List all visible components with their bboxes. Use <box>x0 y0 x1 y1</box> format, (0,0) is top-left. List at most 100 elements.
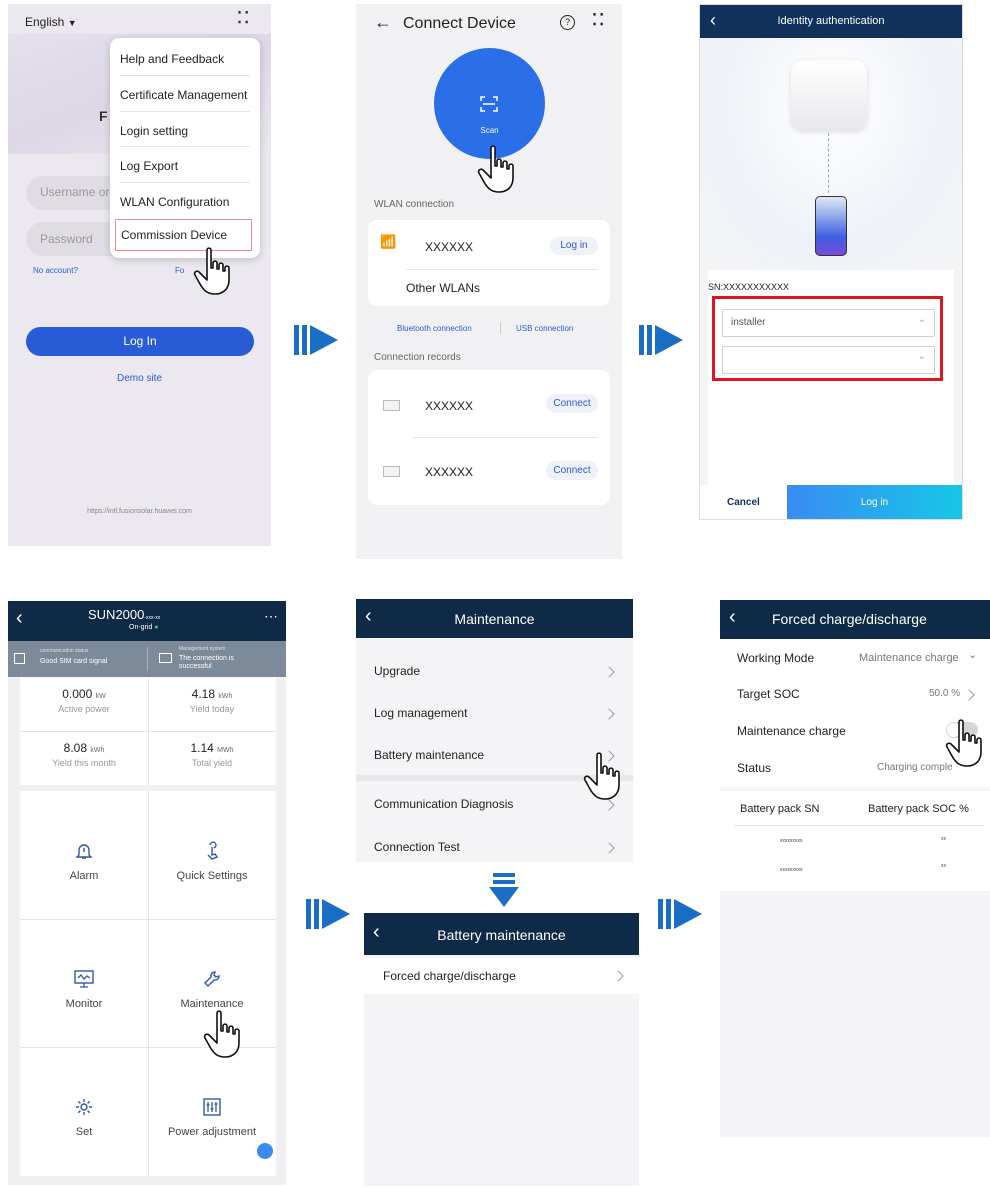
record-name: XXXXXX <box>425 465 474 479</box>
next-step-arrow-icon <box>294 325 338 355</box>
back-chevron-icon[interactable]: ‹ <box>16 607 23 630</box>
auth-login-label: Log in <box>860 497 889 508</box>
device-icon <box>383 466 400 477</box>
comm-value: Good SIM card signal <box>40 658 108 665</box>
working-mode-row[interactable]: Working Mode Maintenance charge ⌄ <box>720 639 990 675</box>
back-arrow-icon[interactable]: ← <box>374 12 392 33</box>
pointer-hand-icon <box>945 719 982 767</box>
menu-item-upgrade[interactable]: Upgrade <box>356 649 633 691</box>
menu-item-log-export[interactable]: Log Export <box>120 159 178 173</box>
bluetooth-connection-link[interactable]: Bluetooth connection <box>397 324 472 333</box>
row-label: Status <box>737 761 772 775</box>
sim-icon <box>14 653 25 664</box>
tile-quick-settings[interactable]: Quick Settings <box>148 791 276 919</box>
cell-soc: xx <box>941 836 946 842</box>
chevron-right-icon <box>603 666 615 678</box>
title-bar: ‹ Identity authentication <box>700 5 962 38</box>
menu-divider <box>120 111 250 112</box>
next-step-arrow-icon <box>306 899 350 929</box>
wlan-name[interactable]: XXXXXX <box>425 240 473 254</box>
menu-item-login-setting[interactable]: Login setting <box>120 124 188 138</box>
battery-table: Battery pack SN Battery pack SOC % xxxxx… <box>720 791 990 891</box>
cell-soc: xx <box>941 863 946 869</box>
tile-label: Alarm <box>69 870 99 882</box>
title-bar: ‹ Maintenance <box>356 599 633 638</box>
connect-button[interactable]: Connect <box>546 461 598 480</box>
menu-item-help[interactable]: Help and Feedback <box>120 52 224 66</box>
no-account-link[interactable]: No account? <box>33 266 78 275</box>
login-button[interactable]: Log In <box>26 327 254 356</box>
chevron-right-icon <box>603 708 615 720</box>
chart-fab-icon[interactable] <box>257 1143 273 1159</box>
auth-login-button[interactable]: Log in <box>787 485 962 519</box>
stat-unit: kW <box>95 693 106 700</box>
title-bar: ‹ Battery maintenance <box>364 913 639 955</box>
item-label: Log management <box>374 706 468 720</box>
other-wlans[interactable]: Other WLANs <box>406 281 480 295</box>
down-arrow-icon <box>489 873 519 907</box>
tile-label: Power adjustment <box>167 1126 257 1138</box>
back-chevron-icon[interactable]: ‹ <box>729 606 736 629</box>
chevron-right-icon <box>603 842 615 854</box>
scan-button[interactable]: Scan <box>434 48 545 159</box>
chevron-down-icon: ⌄ <box>917 351 926 362</box>
chevron-right-icon <box>963 689 975 701</box>
column-header-soc: Battery pack SOC % <box>868 803 969 815</box>
usb-connection-link[interactable]: USB connection <box>516 324 573 333</box>
menu-item-certificate[interactable]: Certificate Management <box>120 88 247 102</box>
tile-monitor[interactable]: Monitor <box>20 919 148 1047</box>
password-select[interactable]: ⌄ <box>722 346 935 374</box>
forced-charge-screen: ‹ Forced charge/discharge Working Mode M… <box>720 600 990 1137</box>
record-name: XXXXXX <box>425 399 474 413</box>
menu-item-forced-charge[interactable]: Forced charge/discharge <box>364 958 639 994</box>
wifi-icon: 📶 <box>380 234 397 249</box>
menu-divider <box>120 146 250 147</box>
grid-status: On-grid ● <box>129 624 159 631</box>
tile-set[interactable]: Set <box>20 1047 148 1176</box>
stat-divider <box>148 677 149 785</box>
demo-site-link[interactable]: Demo site <box>8 373 271 384</box>
stat-value: 1.14 <box>190 741 214 755</box>
identity-auth-screen: ‹ Identity authentication SN:XXXXXXXXXXX… <box>699 4 963 520</box>
menu-item-connection-test[interactable]: Connection Test <box>356 826 633 862</box>
cancel-button[interactable]: Cancel <box>700 485 787 519</box>
username-select[interactable]: installer ⌄ <box>722 309 935 337</box>
menu-item-wlan[interactable]: WLAN Configuration <box>120 195 229 209</box>
connect-button[interactable]: Connect <box>546 394 598 413</box>
tile-label: Set <box>75 1126 93 1138</box>
stat-value: 0.000 <box>62 687 93 701</box>
connection-line <box>828 133 830 193</box>
battery-maintenance-screen: ‹ Battery maintenance Forced charge/disc… <box>364 913 639 1186</box>
tap-icon <box>207 841 219 860</box>
menu-item-log-management[interactable]: Log management <box>356 691 633 733</box>
tile-power-adjustment[interactable]: Power adjustment <box>148 1047 276 1176</box>
mgmt-value: The connection is successful <box>179 655 234 670</box>
item-label: Upgrade <box>374 664 421 678</box>
bell-icon <box>75 844 93 859</box>
wlan-login-button[interactable]: Log in <box>550 237 598 255</box>
help-icon[interactable]: ? <box>560 15 575 30</box>
more-icon[interactable]: ⋯ <box>264 608 278 625</box>
mgmt-label: Management system <box>179 646 226 652</box>
device-model-suffix: -xxx-xx <box>144 615 161 621</box>
row-label: Working Mode <box>737 651 815 665</box>
stat-yield-today: 4.18 kWh Yield today <box>148 677 276 731</box>
page-title: Connect Device <box>403 15 516 32</box>
pointer-hand-icon <box>203 1010 240 1058</box>
stat-label: Yield today <box>189 704 235 714</box>
stat-unit: MWh <box>217 747 234 754</box>
more-icon[interactable]: ⁚⁚ <box>592 10 606 30</box>
stat-value: 4.18 <box>191 687 215 701</box>
stat-label: Active power <box>58 704 110 714</box>
commission-device-label: Commission Device <box>121 228 228 242</box>
table-row: xxxxxxxxx xx <box>720 856 990 886</box>
more-icon[interactable]: ⁚⁚ <box>237 8 251 28</box>
language-selector[interactable]: English ▼ <box>25 15 77 29</box>
pointer-hand-icon <box>583 752 620 800</box>
tile-alarm[interactable]: Alarm <box>20 791 148 919</box>
stat-active-power: 0.000 kW Active power <box>20 677 148 731</box>
target-soc-row[interactable]: Target SOC 50.0 % <box>720 675 990 712</box>
overflow-menu: Help and Feedback Certificate Management… <box>110 38 260 258</box>
scan-label: Scan <box>480 126 499 135</box>
wlan-card: 📶 XXXXXX Log in Other WLANs <box>368 220 610 306</box>
